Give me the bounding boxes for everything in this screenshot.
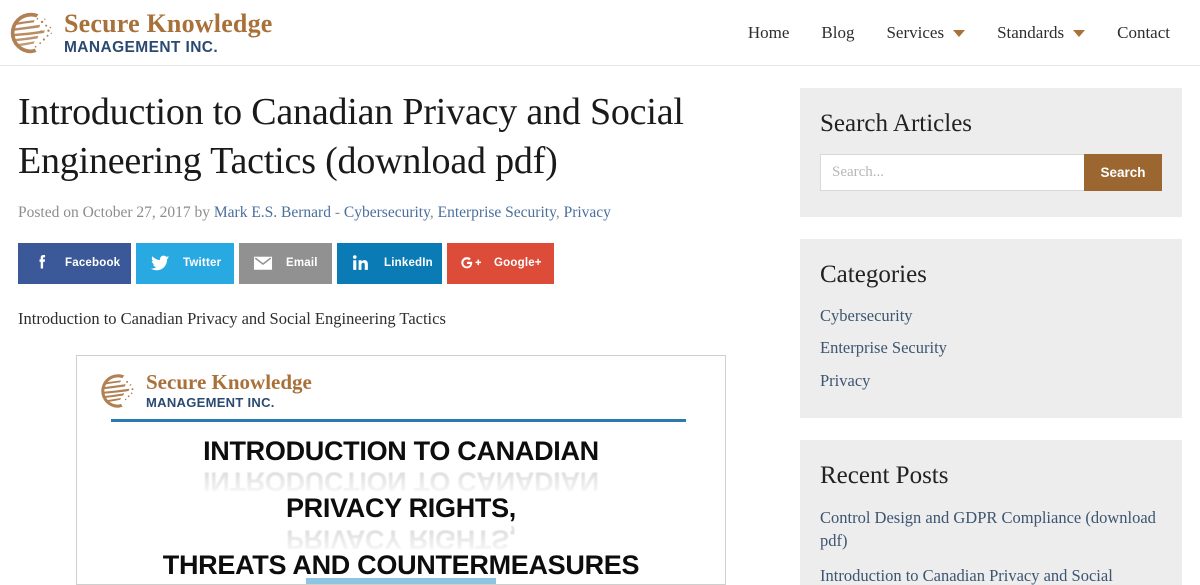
envelope-icon	[251, 251, 275, 275]
slide-divider	[111, 418, 686, 422]
page-title: Introduction to Canadian Privacy and Soc…	[18, 91, 684, 182]
post-date: October 27, 2017	[82, 204, 191, 222]
googleplus-icon	[459, 251, 483, 275]
site-logo-link[interactable]: Secure Knowledge MANAGEMENT INC.	[8, 9, 273, 56]
chevron-down-icon	[1073, 29, 1086, 37]
nav-item-label: Blog	[821, 23, 855, 42]
nav-item-label: Home	[747, 23, 790, 42]
share-button-facebook[interactable]: Facebook	[18, 242, 131, 284]
nav-item-standards[interactable]: Standards	[981, 23, 1101, 43]
search-button[interactable]: Search	[1084, 153, 1162, 191]
share-button-label: Google+	[494, 257, 542, 270]
post-author-link[interactable]: Mark E.S. Bernard	[214, 204, 331, 221]
share-button-label: Facebook	[65, 257, 121, 270]
list-item: Privacy	[820, 369, 1162, 392]
slide-headline: INTRODUCTION TO CANADIAN INTRODUCTION TO…	[99, 434, 703, 584]
sphere-particles-logo-icon	[101, 373, 134, 408]
nav-item-home[interactable]: Home	[732, 23, 806, 43]
nav-item-label: Contact	[1117, 23, 1170, 42]
sphere-particles-logo-icon	[10, 12, 52, 53]
widget-recent-posts: Recent Posts Control Design and GDPR Com…	[800, 440, 1182, 585]
linkedin-icon	[349, 251, 373, 275]
brand-name-secondary: MANAGEMENT INC.	[64, 39, 219, 57]
search-form: Search	[820, 153, 1162, 191]
category-link-cybersecurity[interactable]: Cybersecurity	[820, 304, 913, 327]
recent-posts-list: Control Design and GDPR Compliance (down…	[820, 506, 1162, 585]
nav-item-label: Services	[886, 23, 945, 42]
share-button-twitter[interactable]: Twitter	[136, 242, 234, 284]
list-item: Enterprise Security	[820, 336, 1162, 359]
posted-on-label: Posted on	[18, 204, 79, 222]
widget-categories: Categories Cybersecurity Enterprise Secu…	[800, 238, 1182, 419]
pdf-preview-embed[interactable]: Secure Knowledge MANAGEMENT INC. INTRODU…	[76, 354, 726, 585]
brand-text: Secure Knowledge MANAGEMENT INC.	[64, 9, 273, 56]
post-meta: Posted on October 27, 2017 by Mark E.S. …	[18, 204, 611, 222]
nav-item-blog[interactable]: Blog	[805, 23, 870, 43]
post-category-link-privacy[interactable]: Privacy	[564, 204, 611, 221]
slide-headline-line-2-reflection: PRIVACY RIGHTS,	[285, 524, 517, 555]
widget-title: Search Articles	[820, 110, 973, 137]
facebook-icon	[30, 251, 54, 275]
categories-list: Cybersecurity Enterprise Security Privac…	[820, 304, 1162, 392]
nav-item-services[interactable]: Services	[870, 23, 981, 43]
pdf-slide: Secure Knowledge MANAGEMENT INC. INTRODU…	[77, 356, 725, 584]
slide-brand: Secure Knowledge MANAGEMENT INC.	[99, 372, 703, 410]
nav-item-label: Standards	[997, 23, 1065, 42]
share-button-linkedin[interactable]: LinkedIn	[337, 242, 442, 284]
sidebar: Search Articles Search Categories Cybers…	[800, 88, 1200, 585]
recent-post-link-2[interactable]: Introduction to Canadian Privacy and Soc…	[820, 564, 1162, 585]
slide-brand-text: Secure Knowledge MANAGEMENT INC.	[146, 370, 312, 411]
share-button-googleplus[interactable]: Google+	[447, 242, 554, 284]
slide-headline-line-1-reflection: INTRODUCTION TO CANADIAN	[203, 466, 599, 497]
list-item: Introduction to Canadian Privacy and Soc…	[820, 564, 1162, 585]
social-share-bar: Facebook Twitter Email LinkedIn Google+	[18, 242, 770, 284]
list-item: Control Design and GDPR Compliance (down…	[820, 506, 1162, 553]
nav-item-contact[interactable]: Contact	[1101, 23, 1186, 43]
slide-headline-line-1: INTRODUCTION TO CANADIAN	[203, 435, 599, 466]
list-item: Cybersecurity	[820, 304, 1162, 327]
chevron-down-icon	[953, 29, 966, 37]
post-excerpt: Introduction to Canadian Privacy and Soc…	[18, 308, 446, 328]
page-body: Introduction to Canadian Privacy and Soc…	[0, 66, 1200, 585]
share-button-label: Twitter	[183, 257, 222, 270]
meta-separator: -	[334, 204, 341, 222]
main-content: Introduction to Canadian Privacy and Soc…	[0, 88, 800, 585]
widget-search-articles: Search Articles Search	[800, 88, 1182, 217]
brand-name-primary: Secure Knowledge	[64, 9, 273, 39]
post-category-link-enterprise-security[interactable]: Enterprise Security	[438, 204, 556, 221]
widget-title: Recent Posts	[820, 462, 949, 490]
slide-footer-accent	[306, 577, 496, 584]
recent-post-link-1[interactable]: Control Design and GDPR Compliance (down…	[820, 506, 1162, 553]
by-label: by	[194, 204, 211, 222]
share-button-label: LinkedIn	[384, 257, 433, 270]
category-link-enterprise-security[interactable]: Enterprise Security	[820, 336, 947, 359]
share-button-email[interactable]: Email	[239, 242, 332, 284]
twitter-icon	[148, 251, 172, 275]
site-header: Secure Knowledge MANAGEMENT INC. Home Bl…	[0, 0, 1200, 66]
slide-brand-secondary: MANAGEMENT INC.	[146, 395, 275, 411]
search-input[interactable]	[820, 153, 1084, 191]
category-link-privacy[interactable]: Privacy	[820, 369, 870, 392]
slide-brand-primary: Secure Knowledge	[146, 370, 312, 395]
post-category-link-cybersecurity[interactable]: Cybersecurity	[344, 204, 430, 221]
widget-title: Categories	[820, 260, 927, 288]
main-navigation: Home Blog Services Standards Contact	[732, 0, 1186, 66]
share-button-label: Email	[286, 257, 318, 270]
